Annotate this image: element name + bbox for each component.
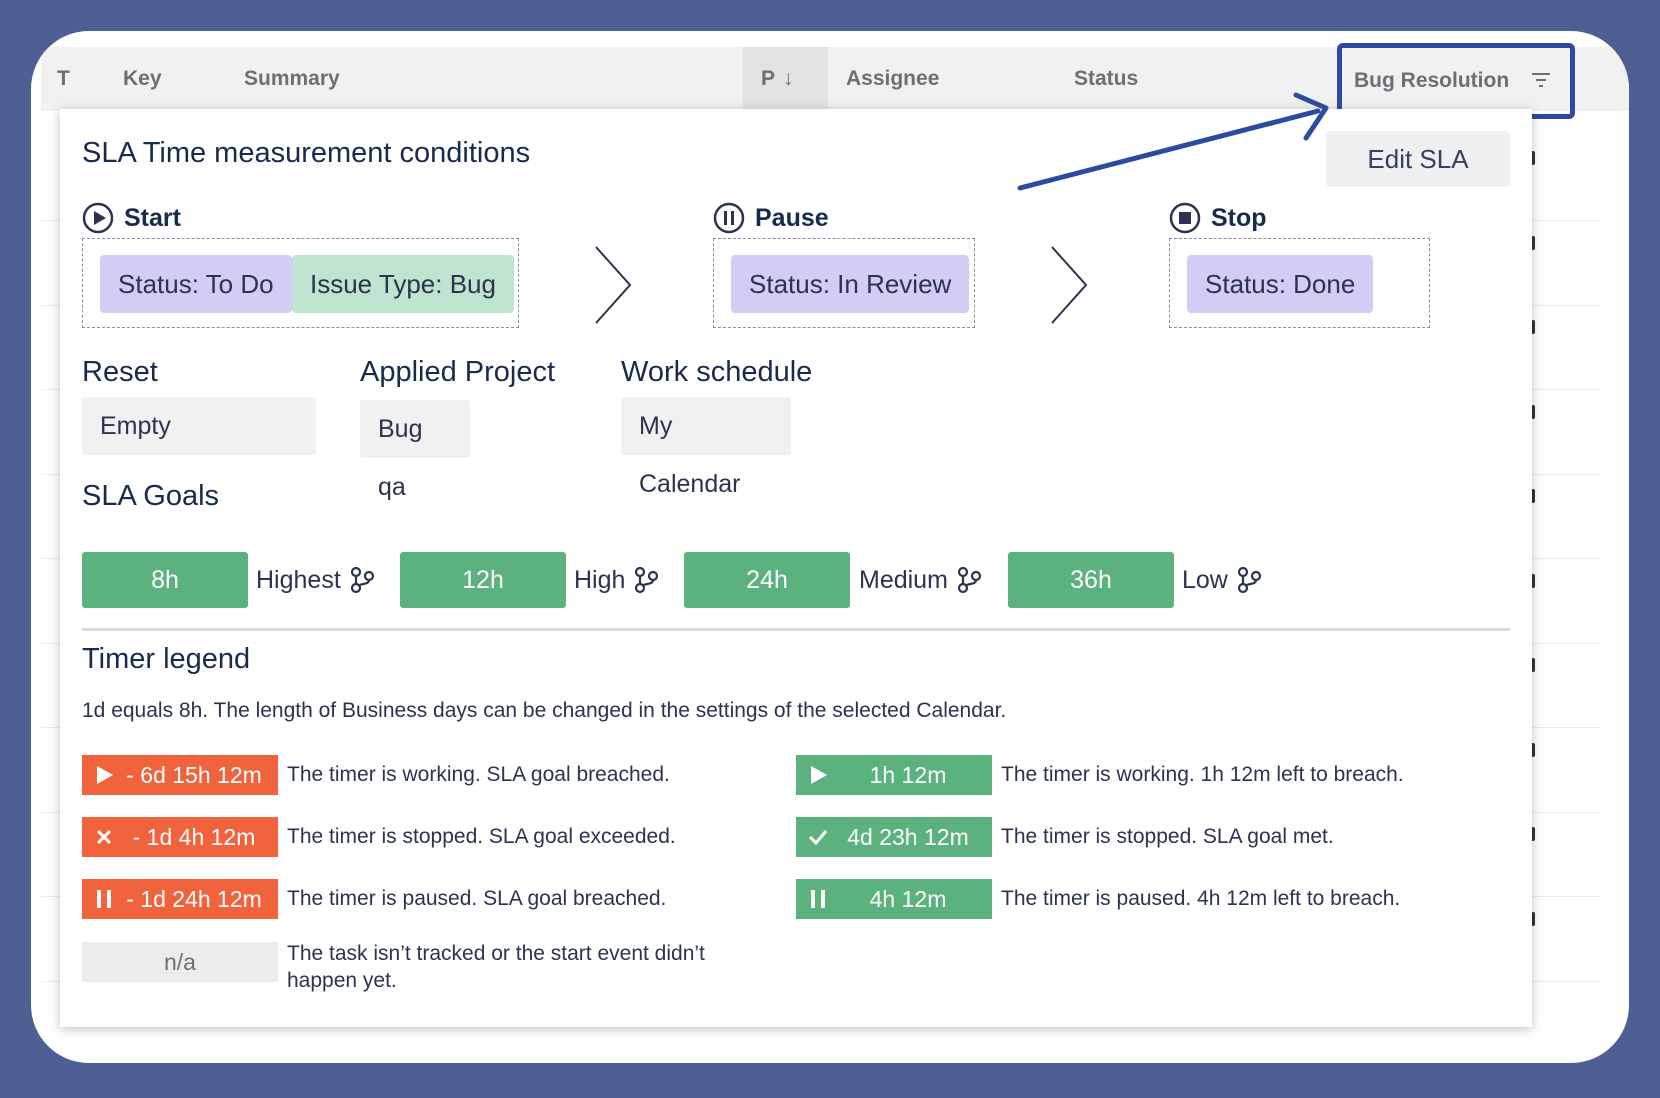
priority-branch-icon [1237,566,1261,594]
filter-icon[interactable] [1530,70,1552,90]
sla-goals-label: SLA Goals [82,480,220,512]
goal-medium-time: 24h [684,552,850,608]
condition-chip: Issue Type: Bug [292,255,514,313]
timer-legend-text: The timer is paused. SLA goal breached. [287,887,667,910]
column-status[interactable]: Status [1074,47,1138,111]
timer-legend-text: The timer is working. 1h 12m left to bre… [1001,763,1404,786]
priority-branch-icon [635,566,659,594]
phase-stop-label: Stop [1211,203,1267,232]
chevron-right-icon [595,246,632,324]
goal-priority-label: Low [1182,565,1228,594]
play-circle-icon [82,202,114,234]
timer-badge-value: 4h 12m [869,885,947,912]
condition-chip: Status: To Do [100,255,292,313]
timer-legend-label: Timer legend [82,643,251,675]
goal-high-time: 12h [400,552,566,608]
column-bug-resolution: Bug Resolution [1354,69,1510,92]
phase-pause-label: Pause [755,203,829,232]
goal-highest: Highest [256,552,375,608]
timer-badge-value: 1h 12m [869,761,947,788]
chevron-right-icon [1051,246,1088,324]
goal-medium: Medium [859,552,982,608]
priority-branch-icon [350,566,374,594]
timer-legend-text: The task isn’t tracked or the start even… [287,942,705,992]
play-icon [97,766,113,784]
pause-circle-icon [713,202,745,234]
column-key[interactable]: Key [123,47,162,111]
goal-high: High [574,552,659,608]
work-schedule-label: Work schedule [621,356,813,388]
timer-badge-paused-ok: 4h 12m [796,879,992,919]
stop-circle-icon [1169,202,1201,234]
applied-project-label: Applied Project [360,356,556,388]
timer-badge-value: - 1d 4h 12m [132,823,256,850]
timer-badge-value: - 1d 24h 12m [126,885,262,912]
condition-chip: Status: Done [1187,255,1374,313]
edit-sla-button[interactable]: Edit SLA [1326,131,1510,187]
work-schedule-value: My Calendar [621,397,791,498]
sla-popup: SLA Time measurement conditions Edit SLA… [60,109,1532,1027]
check-icon [808,830,828,846]
timer-legend-text: The timer is stopped. SLA goal met. [1001,825,1334,848]
timer-badge-stopped-met: 4d 23h 12m [796,817,992,857]
timer-legend-text: The timer is stopped. SLA goal exceeded. [287,825,676,848]
column-bug-resolution-highlight[interactable]: Bug Resolution [1337,43,1575,119]
timer-badge-value: 4d 23h 12m [847,823,969,850]
goal-low-time: 36h [1008,552,1174,608]
sort-down-icon: ↓ [783,67,794,90]
timer-legend-text: The timer is working. SLA goal breached. [287,763,670,786]
goal-highest-time: 8h [82,552,248,608]
phase-start-label: Start [124,203,181,232]
goal-priority-label: High [574,565,626,594]
pause-icon [97,890,111,908]
pause-conditions: Status: In Review [713,238,975,328]
timer-badge-stopped-exceeded: - 1d 4h 12m [82,817,278,857]
goal-priority-label: Medium [859,565,948,594]
stop-conditions: Status: Done [1169,238,1430,328]
column-summary[interactable]: Summary [244,47,340,111]
applied-project-value: Bug qa [360,400,470,501]
play-icon [811,766,827,784]
timer-badge-paused-breached: - 1d 24h 12m [82,879,278,919]
goal-priority-label: Highest [256,565,341,594]
column-assignee[interactable]: Assignee [846,47,939,111]
column-priority[interactable]: P ↓ [743,47,828,111]
cross-icon [96,829,112,845]
popup-title: SLA Time measurement conditions [82,137,531,169]
timer-badge-working-ok: 1h 12m [796,755,992,795]
timer-badge-not-tracked: n/a [82,942,278,982]
phase-pause: Pause [713,202,829,234]
condition-chip: Status: In Review [731,255,970,313]
reset-value: Empty [82,397,316,455]
timer-legend-text: The timer is paused. 4h 12m left to brea… [1001,887,1401,910]
priority-branch-icon [957,566,982,594]
phase-start: Start [82,202,181,234]
column-type[interactable]: T [57,47,70,111]
timer-badge-value: - 6d 15h 12m [126,761,262,788]
timer-badge-working-breached: - 6d 15h 12m [82,755,278,795]
timer-legend-description: 1d equals 8h. The length of Business day… [82,699,1007,722]
start-conditions: Status: To Do Issue Type: Bug [82,238,519,328]
phase-stop: Stop [1169,202,1267,234]
timer-badge-value: n/a [164,948,196,975]
reset-label: Reset [82,356,158,388]
column-priority-label: P [761,67,776,90]
goal-low: Low [1182,552,1262,608]
section-divider [82,628,1510,631]
pause-icon [811,890,825,908]
